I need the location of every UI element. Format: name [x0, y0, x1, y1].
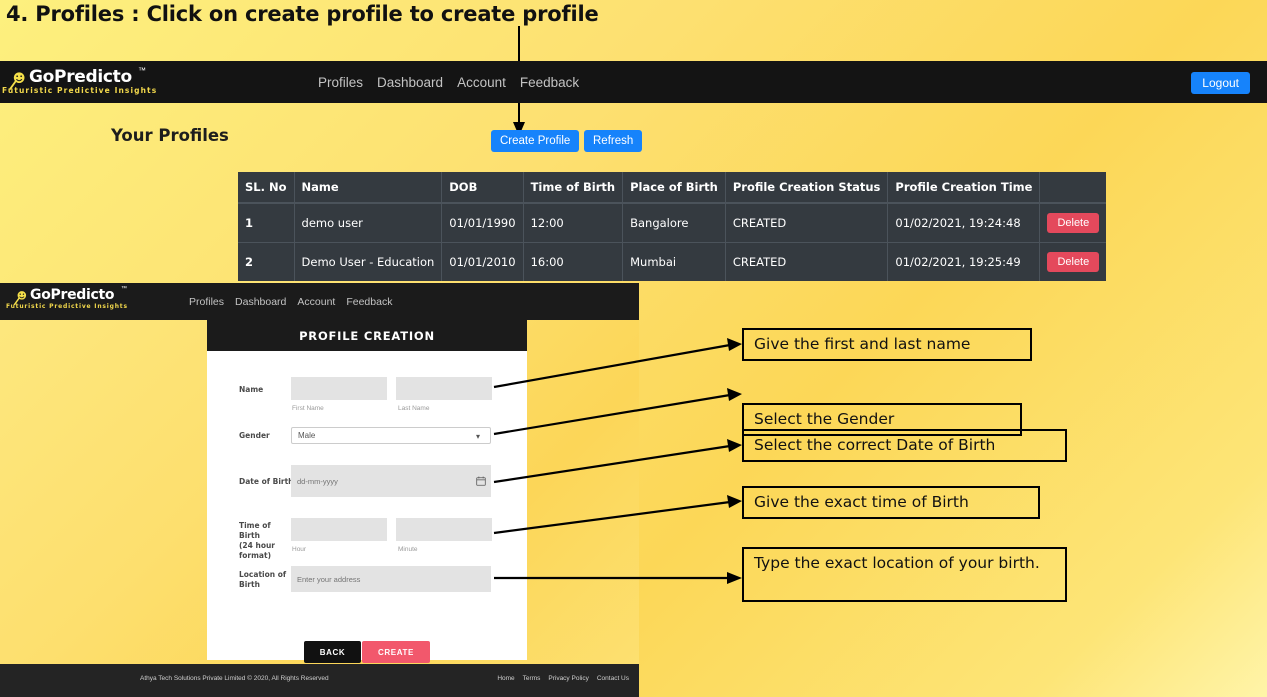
cell-dob: 01/01/2010 [441, 242, 524, 281]
column-header-sl-no: SL. No [238, 172, 295, 204]
inner-brand-trademark: ™ [121, 286, 127, 292]
hour-input[interactable] [291, 518, 387, 541]
cell-actions: Delete [1039, 242, 1107, 281]
cell-sl-no: 2 [238, 242, 295, 281]
location-of-birth-input[interactable] [291, 566, 491, 592]
callout-location-of-birth: Type the exact location of your birth. [742, 547, 1067, 602]
refresh-button[interactable]: Refresh [584, 130, 643, 152]
nav-link-feedback[interactable]: Feedback [520, 75, 579, 90]
delete-button[interactable]: Delete [1047, 252, 1100, 272]
brand-trademark: ™ [138, 66, 146, 75]
inner-brand-tagline: Futuristic Predictive Insights [6, 303, 128, 310]
footer-link-home[interactable]: Home [497, 675, 514, 682]
cell-name: demo user [294, 202, 443, 243]
footer-copyright: Athya Tech Solutions Private Limited © 2… [140, 675, 329, 682]
inner-nav-link-account[interactable]: Account [297, 296, 335, 308]
brand-tagline: Futuristic Predictive Insights [2, 86, 158, 95]
inner-footer: Athya Tech Solutions Private Limited © 2… [0, 664, 639, 697]
calendar-icon[interactable] [476, 476, 486, 486]
sublabel-minute: Minute [398, 546, 418, 553]
cell-dob: 01/01/1990 [441, 202, 524, 243]
footer-link-privacy-policy[interactable]: Privacy Policy [548, 675, 588, 682]
table-header: SL. No Name DOB Time of Birth Place of B… [238, 172, 1107, 204]
date-of-birth-input[interactable] [291, 465, 491, 497]
first-name-input[interactable] [291, 377, 387, 400]
column-header-place-of-birth: Place of Birth [622, 172, 726, 204]
column-header-status: Profile Creation Status [725, 172, 889, 204]
cell-status: CREATED [725, 242, 889, 281]
table-row: 2 Demo User - Education 01/01/2010 16:00… [238, 242, 1107, 281]
footer-link-contact-us[interactable]: Contact Us [597, 675, 629, 682]
nav-link-dashboard[interactable]: Dashboard [377, 75, 443, 90]
cell-time-of-birth: 12:00 [523, 202, 624, 243]
label-name: Name [239, 385, 264, 394]
profiles-heading: Your Profiles [111, 126, 229, 145]
inner-nav-links: Profiles Dashboard Account Feedback [189, 283, 392, 320]
cell-creation-time: 01/02/2021, 19:24:48 [887, 202, 1041, 243]
label-time-of-birth: Time of Birth (24 hour format) [239, 521, 291, 561]
sublabel-first-name: First Name [292, 405, 324, 412]
minute-input[interactable] [396, 518, 492, 541]
nav-links: Profiles Dashboard Account Feedback [318, 61, 579, 103]
cell-creation-time: 01/02/2021, 19:25:49 [887, 242, 1041, 281]
delete-button[interactable]: Delete [1047, 213, 1100, 233]
gender-select[interactable]: Male [291, 427, 491, 444]
create-button[interactable]: CREATE [362, 641, 430, 663]
callout-name: Give the first and last name [742, 328, 1032, 361]
label-gender: Gender [239, 431, 270, 440]
sublabel-last-name: Last Name [398, 405, 430, 412]
inner-nav-link-dashboard[interactable]: Dashboard [235, 296, 286, 308]
column-header-actions [1039, 172, 1107, 204]
inner-brand-logo[interactable]: GoPredicto ™ Futuristic Predictive Insig… [4, 283, 164, 323]
cell-place-of-birth: Bangalore [622, 202, 726, 243]
label-date-of-birth: Date of Birth [239, 477, 294, 486]
profiles-table: SL. No Name DOB Time of Birth Place of B… [238, 172, 1107, 281]
back-button[interactable]: BACK [304, 641, 361, 663]
nav-link-account[interactable]: Account [457, 75, 506, 90]
inner-nav-link-profiles[interactable]: Profiles [189, 296, 224, 308]
cell-name: Demo User - Education [294, 242, 443, 281]
footer-link-terms[interactable]: Terms [523, 675, 541, 682]
table-body: 1 demo user 01/01/1990 12:00 Bangalore C… [238, 202, 1107, 281]
column-header-name: Name [294, 172, 443, 204]
top-navbar: GoPredicto ™ Futuristic Predictive Insig… [0, 61, 1267, 103]
nav-link-profiles[interactable]: Profiles [318, 75, 363, 90]
label-time-of-birth-line1: Time of Birth [239, 521, 271, 540]
cell-sl-no: 1 [238, 202, 295, 243]
logout-button[interactable]: Logout [1191, 72, 1250, 94]
create-profile-button[interactable]: Create Profile [491, 130, 580, 152]
cell-place-of-birth: Mumbai [622, 242, 726, 281]
inner-top-navbar: GoPredicto ™ Futuristic Predictive Insig… [0, 283, 639, 320]
form-card-title: PROFILE CREATION [207, 320, 527, 351]
cell-status: CREATED [725, 202, 889, 243]
inner-nav-link-feedback[interactable]: Feedback [346, 296, 392, 308]
column-header-creation-time: Profile Creation Time [887, 172, 1041, 204]
callout-time-of-birth: Give the exact time of Birth [742, 486, 1040, 519]
column-header-dob: DOB [441, 172, 524, 204]
cell-time-of-birth: 16:00 [523, 242, 624, 281]
table-header-row: SL. No Name DOB Time of Birth Place of B… [238, 172, 1107, 204]
label-time-of-birth-line2: (24 hour format) [239, 541, 276, 560]
brand-name: GoPredicto [29, 67, 132, 87]
cell-actions: Delete [1039, 202, 1107, 243]
callout-date-of-birth: Select the correct Date of Birth [742, 429, 1067, 462]
inner-brand-name: GoPredicto [30, 287, 115, 303]
brand-logo[interactable]: GoPredicto ™ Futuristic Predictive Insig… [0, 62, 160, 102]
column-header-time-of-birth: Time of Birth [523, 172, 624, 204]
label-location-of-birth: Location of Birth [239, 570, 287, 589]
last-name-input[interactable] [396, 377, 492, 400]
footer-links: Home Terms Privacy Policy Contact Us [497, 675, 629, 682]
sublabel-hour: Hour [292, 546, 307, 553]
table-row: 1 demo user 01/01/1990 12:00 Bangalore C… [238, 202, 1107, 243]
